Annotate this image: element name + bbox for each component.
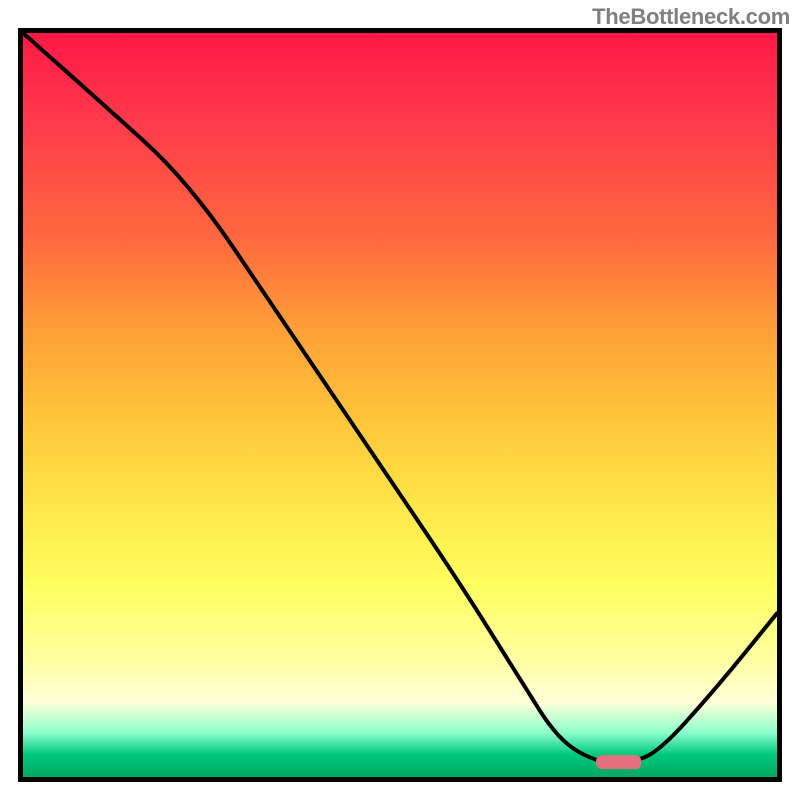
watermark-text: TheBottleneck.com [592, 4, 790, 30]
chart-stage: TheBottleneck.com [0, 0, 800, 800]
plot-gradient [23, 33, 777, 777]
